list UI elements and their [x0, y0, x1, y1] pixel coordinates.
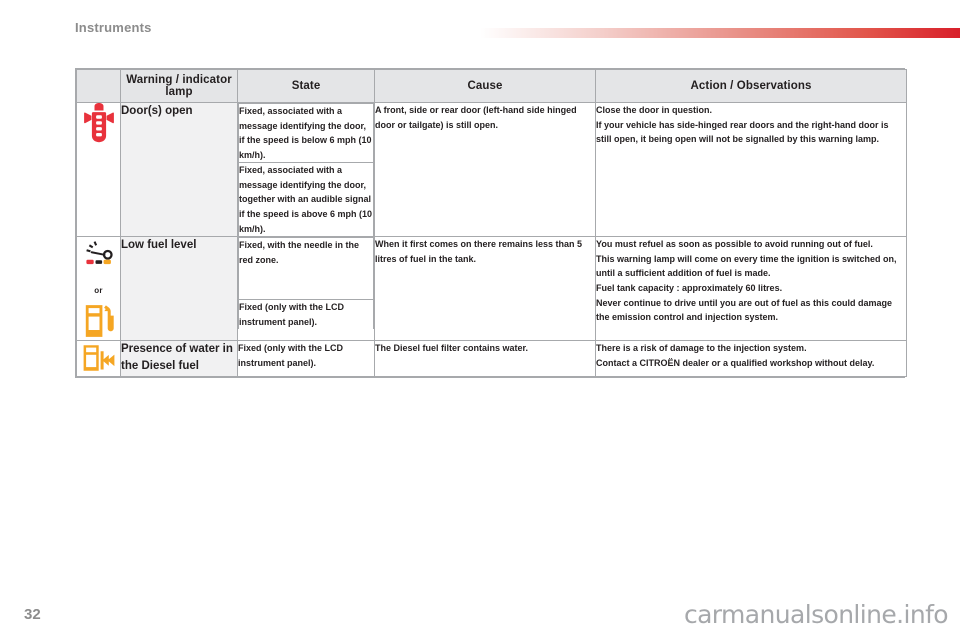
table-header-icon — [76, 69, 121, 103]
cause-text: The Diesel fuel filter contains water. — [375, 343, 529, 354]
table-header-row: Warning / indicator lamp State Cause Act… — [76, 69, 907, 103]
warning-lamp-name: Door(s) open — [120, 101, 238, 238]
warning-lamp-table: Warning / indicator lamp State Cause Act… — [75, 68, 907, 378]
fuel-pump-icon — [77, 302, 120, 340]
cause-cell: A front, side or rear door (left-hand si… — [374, 101, 596, 238]
cause-cell: The Diesel fuel filter contains water. — [374, 340, 596, 377]
action-text: This warning lamp will come on every tim… — [596, 253, 897, 279]
table-header-state: State — [237, 69, 375, 103]
state-cell-group: Fixed, associated with a message identif… — [237, 101, 375, 238]
table-header-action: Action / Observations — [595, 69, 907, 103]
page-number: 32 — [24, 606, 41, 623]
state-text: Fixed, associated with a message identif… — [238, 102, 374, 164]
state-text: Fixed, with the needle in the red zone. — [238, 237, 374, 301]
cause-text: When it first comes on there remains les… — [375, 239, 583, 264]
warning-lamp-icon-cell — [76, 340, 121, 377]
action-cell: There is a risk of damage to the injecti… — [595, 340, 907, 377]
action-text: There is a risk of damage to the injecti… — [596, 343, 807, 354]
icon-alternative-label: or — [94, 286, 103, 296]
warning-lamp-icon-cell: or — [76, 236, 121, 342]
cause-text: A front, side or rear door (left-hand si… — [375, 105, 577, 130]
table-row: Door(s) open Fixed, associated with a me… — [76, 101, 907, 238]
fuel-gauge-icon — [77, 237, 120, 277]
warning-lamp-name: Low fuel level — [120, 236, 238, 342]
action-text: Fuel tank capacity : approximately 60 li… — [596, 282, 783, 293]
state-text: Fixed (only with the LCD instrument pane… — [238, 343, 343, 368]
door-open-icon — [77, 103, 120, 147]
action-text: Never continue to drive until you are ou… — [596, 297, 893, 323]
state-text: Fixed, associated with a message identif… — [238, 162, 374, 237]
warning-lamp-name: Presence of water in the Diesel fuel — [120, 340, 238, 377]
table-header-lamp: Warning / indicator lamp — [120, 69, 238, 103]
action-text: Close the door in question. — [596, 105, 713, 115]
state-cell-group: Fixed, with the needle in the red zone. … — [237, 236, 375, 342]
cause-cell: When it first comes on there remains les… — [374, 236, 596, 342]
header-accent-bar — [480, 28, 960, 38]
state-cell: Fixed (only with the LCD instrument pane… — [237, 340, 375, 377]
warning-lamp-icon-cell — [76, 101, 121, 238]
action-cell: Close the door in question. If your vehi… — [595, 101, 907, 238]
action-text: Contact a CITROËN dealer or a qualified … — [596, 357, 875, 368]
action-text: You must refuel as soon as possible to a… — [596, 239, 873, 250]
table-header-cause: Cause — [374, 69, 596, 103]
table-row: or Low fuel level Fixed, with the needle… — [76, 236, 907, 342]
watermark: carmanualsonline.info — [683, 600, 949, 629]
water-in-diesel-icon — [77, 341, 120, 375]
table-row: Presence of water in the Diesel fuel Fix… — [76, 340, 907, 377]
action-text: If your vehicle has side-hinged rear doo… — [596, 119, 889, 145]
action-cell: You must refuel as soon as possible to a… — [595, 236, 907, 342]
page-title: Instruments — [75, 20, 152, 35]
state-text: Fixed (only with the LCD instrument pane… — [238, 299, 374, 330]
manual-page: Instruments Warning / indicator lamp Sta… — [0, 0, 960, 640]
